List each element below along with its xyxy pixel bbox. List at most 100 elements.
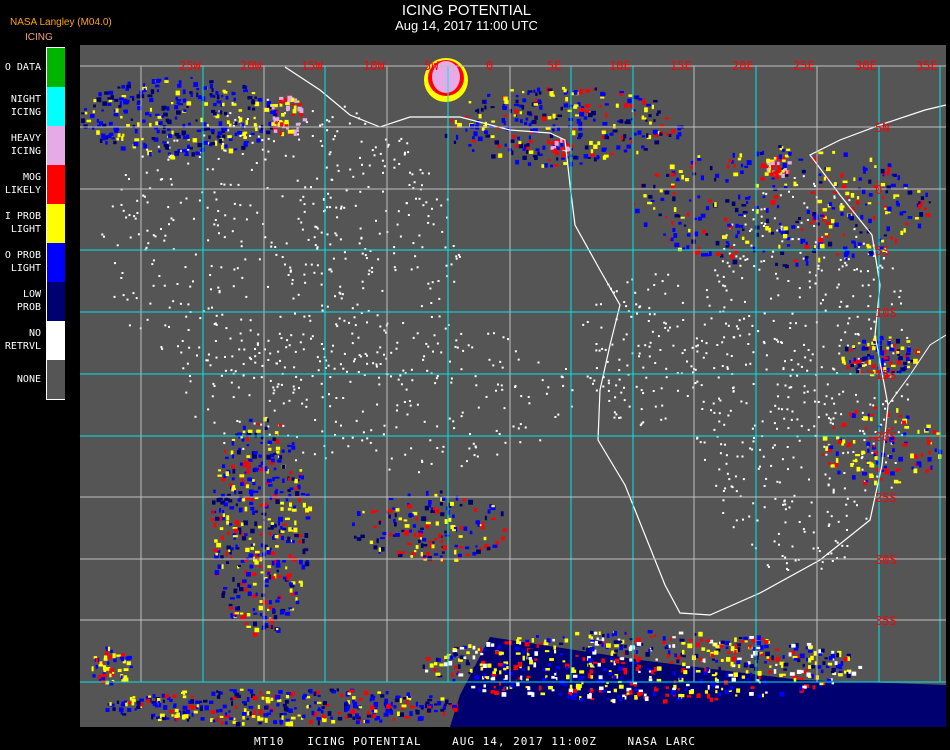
icing-pixel [242,701,247,704]
icing-pixel [306,560,309,563]
icing-pixel [544,163,548,166]
icing-pixel [343,105,346,108]
icing-pixel [334,135,336,138]
icing-pixel [236,420,239,422]
icing-pixel [902,443,908,447]
icing-pixel [189,146,193,150]
latitude-label: 10S [875,306,897,320]
icing-pixel [867,413,870,417]
icing-pixel [234,614,237,618]
icing-pixel [730,646,735,652]
icing-pixel [589,140,593,146]
icing-pixel [484,515,487,521]
icing-pixel [904,426,910,429]
icing-pixel [120,675,123,680]
icing-pixel [569,144,575,148]
icing-pixel [813,182,815,185]
icing-pixel [658,213,662,217]
icing-pixel [474,375,477,378]
icing-pixel [316,356,319,359]
icing-pixel [294,707,297,710]
icing-pixel [242,712,247,716]
icing-pixel [772,319,775,322]
icing-pixel [425,342,428,345]
icing-pixel [275,253,278,256]
icing-pixel [254,627,260,633]
icing-pixel [271,105,275,110]
icing-pixel [735,325,738,328]
icing-pixel [725,454,728,457]
icing-pixel [614,649,618,653]
icing-pixel [452,420,455,423]
icing-pixel [773,217,776,220]
icing-pixel [246,571,251,577]
icing-pixel [633,684,637,687]
icing-pixel [320,382,323,385]
icing-pixel [468,644,472,649]
icing-pixel [775,338,778,341]
icing-pixel [527,111,532,115]
icing-pixel [101,233,104,236]
icing-pixel [838,664,843,670]
icing-pixel [751,543,754,546]
icing-pixel [614,644,619,648]
icing-pixel [314,244,317,247]
icing-pixel [653,207,656,210]
icing-pixel [861,450,865,455]
icing-pixel [522,655,525,661]
icing-pixel [487,509,491,514]
icing-pixel [741,236,745,240]
icing-pixel [242,447,245,450]
icing-pixel [618,698,623,702]
icing-pixel [677,389,679,392]
icing-pixel [326,119,329,122]
icing-pixel [627,98,632,104]
icing-pixel [465,553,470,557]
icing-pixel [303,210,306,213]
icing-pixel [827,662,833,666]
icing-pixel [285,721,290,727]
icing-pixel [319,360,321,363]
icing-pixel [866,369,870,373]
icing-pixel [105,708,110,713]
icing-pixel [527,91,530,96]
icing-pixel [275,446,281,451]
icing-pixel [635,667,639,672]
icing-pixel [564,683,568,686]
icing-pixel [881,266,884,269]
icing-pixel [749,692,754,696]
icing-pixel [862,166,866,171]
icing-pixel [435,521,440,526]
icing-pixel [158,149,161,153]
icing-pixel [885,468,889,471]
icing-pixel [525,117,529,121]
icing-pixel [677,125,682,131]
icing-pixel [720,658,724,662]
icing-pixel [285,718,290,722]
icing-pixel [710,317,713,320]
icing-pixel [132,97,135,101]
icing-pixel [836,253,840,256]
icing-pixel [293,505,297,509]
icing-pixel [234,122,238,125]
icing-pixel [157,145,160,148]
icing-pixel [722,499,725,502]
icing-pixel [860,457,863,460]
icing-pixel [411,173,414,176]
icing-pixel [852,295,855,298]
icing-pixel [635,96,638,100]
icing-pixel [691,698,696,702]
icing-pixel [491,154,496,159]
icing-pixel [267,359,270,361]
icing-pixel [424,505,429,511]
icing-pixel [573,688,577,694]
icing-pixel [835,458,839,463]
icing-pixel [145,246,148,249]
icing-pixel [746,258,749,261]
icing-pixel [787,280,790,282]
icing-pixel [218,469,221,472]
icing-pixel [373,154,376,157]
icing-pixel [544,660,549,663]
icing-pixel [575,631,580,636]
icing-pixel [247,688,251,692]
